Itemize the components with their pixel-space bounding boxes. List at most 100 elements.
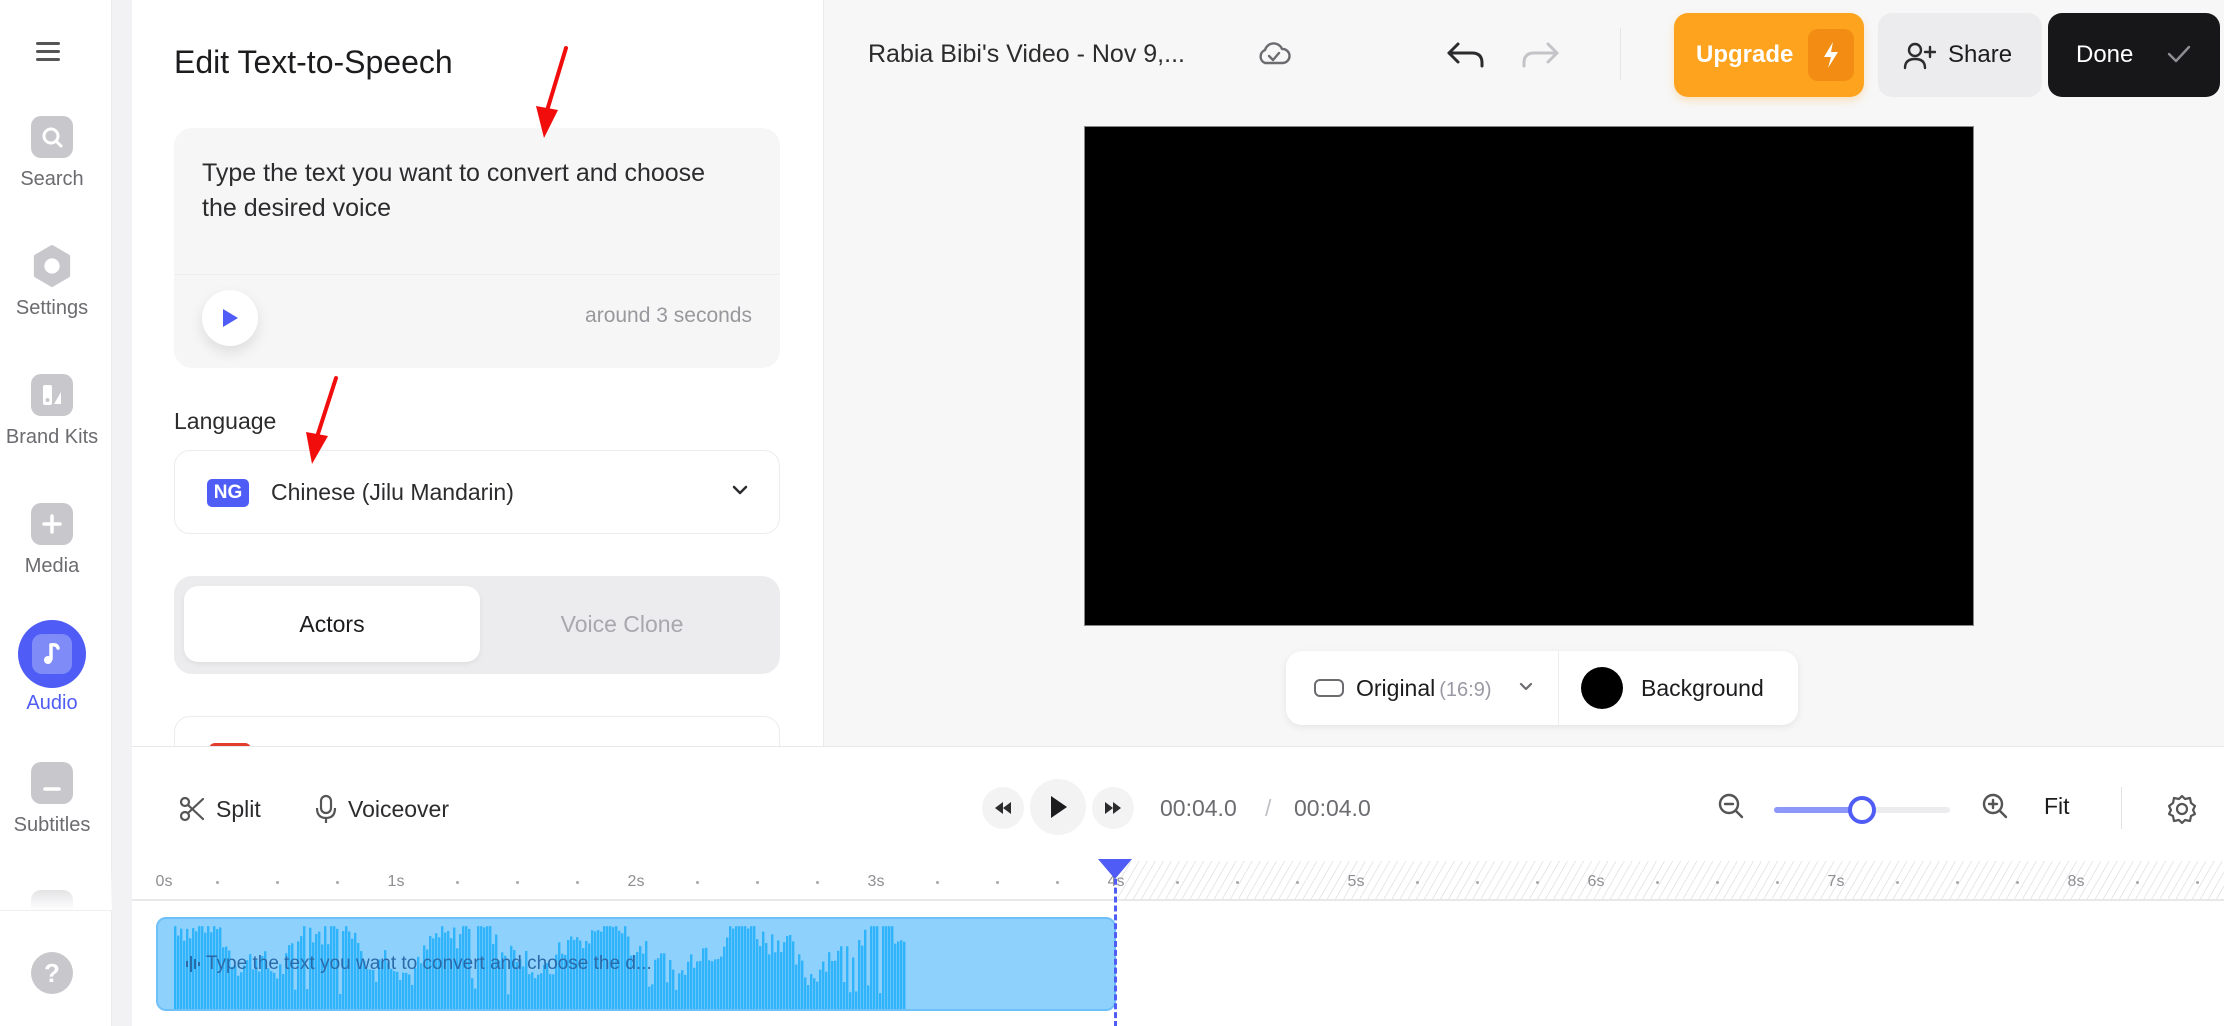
fast-forward-button[interactable] (1092, 787, 1134, 829)
nav-item-media[interactable]: Media (0, 503, 104, 578)
upgrade-label: Upgrade (1696, 41, 1793, 69)
tab-voice-clone[interactable]: Voice Clone (474, 586, 770, 662)
waveform-bar (681, 970, 683, 1009)
waveform-bar (855, 991, 857, 1009)
waveform-bar (240, 972, 242, 1009)
zoom-in-icon[interactable] (1980, 791, 2010, 821)
ruler-tick-label: 6s (1588, 873, 1605, 891)
audio-clip[interactable]: Type the text you want to convert and ch… (156, 917, 1116, 1011)
waveform-bar (375, 982, 377, 1009)
waveform-bar (873, 926, 875, 1009)
tts-text-box[interactable]: Type the text you want to convert and ch… (174, 128, 780, 368)
nav-item-label: Brand Kits (0, 426, 104, 449)
voiceover-button[interactable]: Voiceover (314, 793, 449, 825)
rewind-button[interactable] (982, 787, 1024, 829)
waveform-icon (184, 953, 202, 975)
time-separator: / (1265, 795, 1271, 822)
nav-item-search[interactable]: Search (0, 116, 104, 191)
waveform-bar (714, 959, 716, 1009)
waveform-bar (537, 975, 539, 1009)
waveform-bar (888, 926, 890, 1009)
waveform-bar (237, 976, 239, 1009)
music-note-icon (32, 634, 72, 674)
divider (174, 274, 780, 275)
timeline-ruler[interactable]: 0s1s2s3s4s5s6s7s8s (132, 861, 2224, 901)
nav-item-audio[interactable]: Audio (0, 620, 104, 715)
waveform-bar (270, 971, 272, 1009)
ruler-tick-dot (1776, 881, 1779, 884)
divider (0, 910, 112, 911)
play-button[interactable] (1030, 779, 1086, 835)
done-button[interactable]: Done (2048, 13, 2220, 97)
fit-button[interactable]: Fit (2044, 793, 2070, 820)
tts-text-input[interactable]: Type the text you want to convert and ch… (202, 156, 722, 226)
undo-icon[interactable] (1444, 36, 1488, 72)
share-button[interactable]: Share (1878, 13, 2042, 97)
waveform-bar (549, 974, 551, 1009)
ruler-tick-dot (1956, 881, 1959, 884)
waveform-bar (180, 929, 182, 1009)
rewind-icon (993, 801, 1013, 815)
share-label: Share (1948, 41, 2012, 69)
waveform-bar (507, 994, 509, 1009)
tab-actors[interactable]: Actors (184, 586, 480, 662)
gear-icon[interactable] (2166, 793, 2198, 825)
ruler-tick-dot (1896, 881, 1899, 884)
timeline-zoom-slider[interactable] (1774, 807, 1950, 813)
help-button[interactable]: ? (31, 952, 73, 994)
ruler-tick-dot (1296, 881, 1299, 884)
rail-scrollbar[interactable] (112, 0, 132, 1026)
waveform-bar (882, 926, 884, 1009)
ruler-tick-dot (936, 881, 939, 884)
aspect-ratio-dropdown[interactable]: Original(16:9) (1286, 651, 1558, 725)
hamburger-icon[interactable] (36, 42, 66, 68)
background-button[interactable]: Background (1559, 651, 1798, 725)
waveform-bar (369, 969, 371, 1009)
waveform-bar (885, 926, 887, 1009)
search-icon (31, 116, 73, 158)
playhead-handle[interactable] (1098, 859, 1132, 879)
waveform-bar (870, 926, 872, 1009)
chevron-down-icon (731, 483, 749, 497)
video-preview-canvas[interactable] (1084, 126, 1974, 626)
nav-item-brand-kits[interactable]: Brand Kits (0, 374, 104, 449)
waveform-bar (696, 961, 698, 1009)
waveform-bar (660, 953, 662, 1009)
zoom-slider-thumb[interactable] (1848, 796, 1876, 824)
ruler-tick-label: 3s (868, 873, 885, 891)
waveform-bar (780, 952, 782, 1009)
waveform-bar (708, 960, 710, 1009)
split-label: Split (216, 796, 261, 823)
waveform-bar (669, 960, 671, 1009)
ruler-tick-dot (2196, 881, 2199, 884)
redo-icon[interactable] (1518, 36, 1562, 72)
waveform-bar (753, 926, 755, 1009)
scissors-icon (178, 795, 206, 823)
waveform-bar (405, 973, 407, 1009)
ruler-tick-dot (1476, 881, 1479, 884)
project-title[interactable]: Rabia Bibi's Video - Nov 9,... (868, 40, 1185, 69)
waveform-bar (807, 985, 809, 1009)
actor-list-item[interactable] (174, 716, 780, 746)
waveform-bar (297, 941, 299, 1009)
waveform-bar (795, 965, 797, 1009)
waveform-bar (705, 948, 707, 1009)
waveform-bar (177, 936, 179, 1009)
waveform-bar (825, 972, 827, 1009)
upgrade-button[interactable]: Upgrade (1674, 13, 1864, 97)
language-select[interactable]: NG Chinese (Jilu Mandarin) (174, 450, 780, 534)
waveform-bar (771, 934, 773, 1009)
waveform-bar (879, 993, 881, 1009)
nav-item-subtitles[interactable]: Subtitles (0, 762, 104, 837)
split-button[interactable]: Split (178, 793, 261, 825)
zoom-out-icon[interactable] (1716, 791, 1746, 821)
nav-item-settings[interactable]: Settings (0, 245, 104, 320)
preview-play-button[interactable] (202, 290, 258, 346)
waveform-bar (903, 942, 905, 1009)
waveform-bar (846, 946, 848, 1009)
ratio-hint: (16:9) (1439, 679, 1491, 701)
waveform-bar (894, 944, 896, 1009)
waveform-bar (540, 973, 542, 1009)
waveform-bar (729, 926, 731, 1009)
playhead[interactable] (1114, 861, 1117, 1026)
